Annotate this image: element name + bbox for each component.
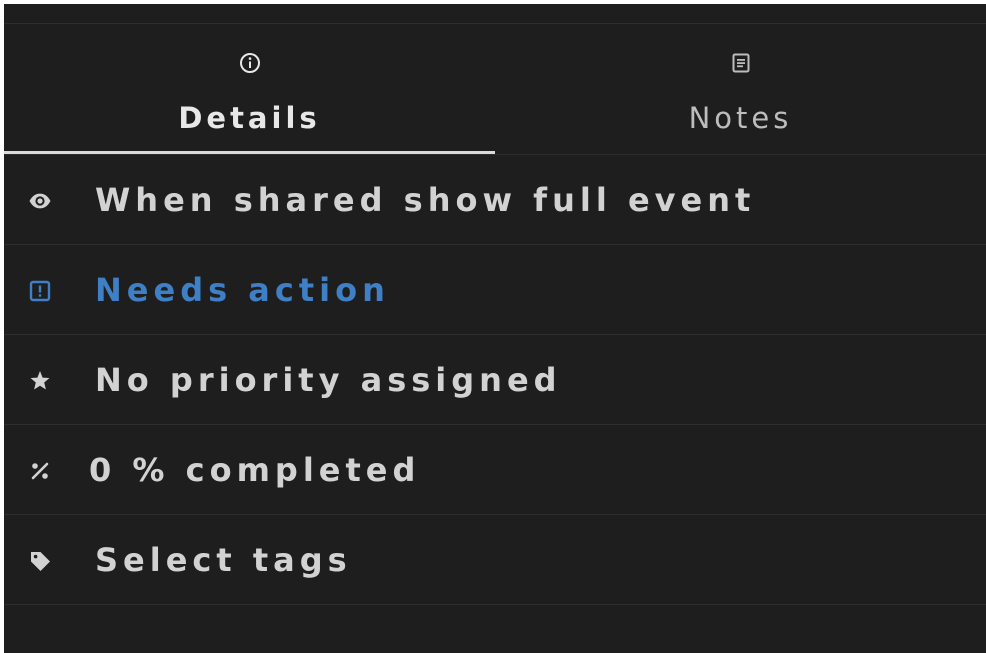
status-row[interactable]: Needs action: [4, 245, 986, 335]
tab-notes[interactable]: Notes: [495, 24, 986, 154]
progress-label: 0 % completed: [89, 451, 421, 489]
details-list: When shared show full event Needs action…: [4, 155, 986, 605]
tags-row[interactable]: Select tags: [4, 515, 986, 605]
event-details-panel: Details Notes When shared show full even…: [4, 4, 986, 653]
alert-square-icon: [29, 280, 51, 302]
eye-icon: [29, 193, 51, 209]
visibility-row[interactable]: When shared show full event: [4, 155, 986, 245]
tags-label: Select tags: [95, 541, 352, 579]
percent-icon: [31, 462, 49, 480]
tag-icon: [31, 552, 50, 571]
tab-details[interactable]: Details: [4, 24, 495, 154]
visibility-label: When shared show full event: [95, 181, 756, 219]
priority-label: No priority assigned: [95, 361, 562, 399]
tab-notes-label: Notes: [688, 101, 793, 135]
info-circle-icon: [239, 53, 260, 73]
tab-details-label: Details: [178, 101, 321, 135]
progress-row[interactable]: 0 % completed: [4, 425, 986, 515]
status-label: Needs action: [95, 271, 390, 309]
star-icon: [30, 371, 50, 390]
priority-row[interactable]: No priority assigned: [4, 335, 986, 425]
tab-bar: Details Notes: [4, 24, 986, 154]
notes-icon: [732, 53, 749, 73]
